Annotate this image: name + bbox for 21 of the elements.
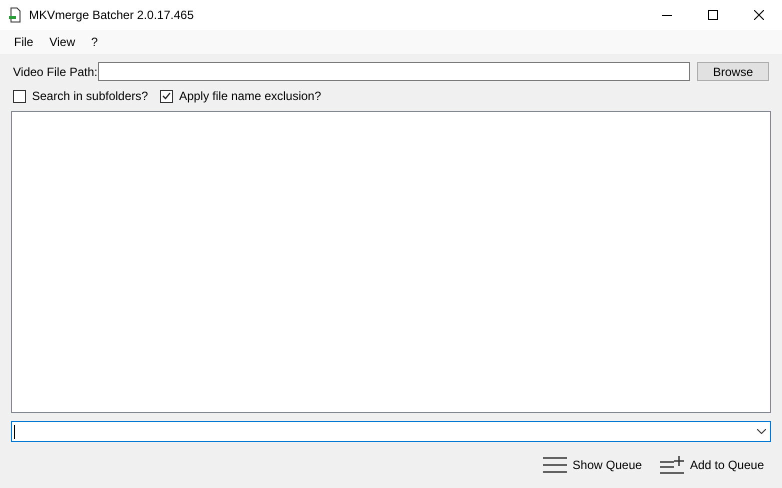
menu-icon: [542, 457, 567, 473]
field-label: Video File Path:: [13, 64, 98, 80]
path-input[interactable]: [98, 62, 690, 81]
checkbox[interactable]: [160, 90, 174, 102]
maximize-icon: [708, 10, 718, 20]
checkbox-label: Apply file name exclusion?: [179, 88, 322, 105]
window-title: MKVmerge Batcher 2.0.17.465: [29, 7, 194, 24]
dropdown[interactable]: [11, 421, 771, 442]
menu-item[interactable]: File: [6, 33, 42, 51]
toolbar-button[interactable]: Show Queue: [542, 452, 642, 478]
menu-item[interactable]: ?: [83, 33, 106, 51]
menu-item[interactable]: View: [41, 33, 84, 51]
add-list-icon: [660, 456, 684, 474]
minimize-icon: [662, 14, 672, 16]
app-icon: [8, 7, 22, 23]
browse-button[interactable]: Browse: [697, 62, 769, 81]
close-icon: [754, 10, 764, 20]
toolbar-button[interactable]: Add to Queue: [660, 452, 764, 478]
checkbox-label: Search in subfolders?: [32, 88, 148, 105]
chevron-down-icon: [757, 429, 766, 434]
checkbox[interactable]: [13, 90, 26, 102]
